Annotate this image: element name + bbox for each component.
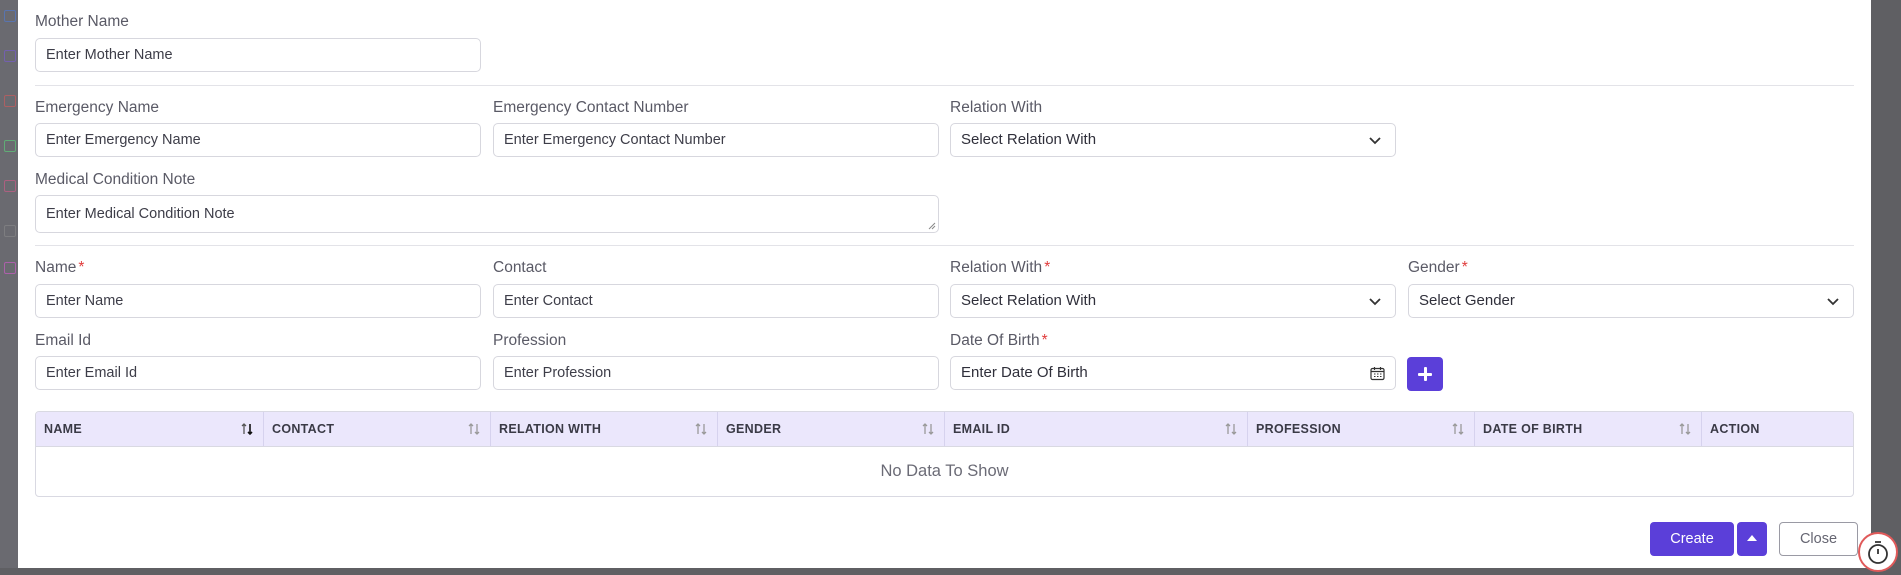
column-header-label: DATE OF BIRTH bbox=[1483, 422, 1583, 436]
sidebar-icon bbox=[4, 10, 16, 22]
chevron-down-icon bbox=[1827, 298, 1839, 306]
email-label: Email Id bbox=[35, 332, 91, 349]
dob-label-text: Date Of Birth bbox=[950, 332, 1040, 349]
add-family-member-button[interactable] bbox=[1407, 357, 1443, 391]
column-header-name[interactable]: NAME bbox=[36, 412, 264, 446]
sort-icon[interactable] bbox=[694, 422, 708, 436]
name-input[interactable]: Enter Name bbox=[35, 284, 481, 318]
timer-icon[interactable] bbox=[1858, 532, 1898, 572]
chevron-down-icon bbox=[1369, 298, 1381, 306]
gender-value: Select Gender bbox=[1419, 292, 1515, 309]
modal-body: Mother Name Enter Mother Name Emergency … bbox=[18, 0, 1871, 568]
dob-placeholder: Enter Date Of Birth bbox=[961, 364, 1088, 381]
required-asterisk: * bbox=[78, 259, 85, 276]
email-input[interactable]: Enter Email Id bbox=[35, 356, 481, 390]
background-sidebar bbox=[0, 0, 18, 568]
required-asterisk: * bbox=[1041, 332, 1048, 349]
column-header-label: EMAIL ID bbox=[953, 422, 1011, 436]
resize-grip-icon bbox=[928, 222, 936, 230]
sidebar-icon bbox=[4, 95, 16, 107]
column-header-contact[interactable]: CONTACT bbox=[264, 412, 491, 446]
name-label-text: Name bbox=[35, 259, 77, 276]
name-label: Name * bbox=[35, 259, 84, 277]
column-header-dob[interactable]: DATE OF BIRTH bbox=[1475, 412, 1702, 446]
emergency-contact-input[interactable]: Enter Emergency Contact Number bbox=[493, 123, 939, 157]
emergency-relation-value: Select Relation With bbox=[961, 131, 1097, 148]
contact-input[interactable]: Enter Contact bbox=[493, 284, 939, 318]
gender-select[interactable]: Select Gender bbox=[1408, 284, 1854, 318]
dob-label: Date Of Birth * bbox=[950, 332, 1048, 350]
create-button[interactable]: Create bbox=[1650, 522, 1734, 556]
sidebar-icon bbox=[4, 140, 16, 152]
column-header-profession[interactable]: PROFESSION bbox=[1248, 412, 1475, 446]
contact-label: Contact bbox=[493, 259, 547, 276]
column-header-label: PROFESSION bbox=[1256, 422, 1341, 436]
mother-name-input[interactable]: Enter Mother Name bbox=[35, 38, 481, 72]
sidebar-icon bbox=[4, 262, 16, 274]
column-header-label: CONTACT bbox=[272, 422, 335, 436]
relation-label-text: Relation With bbox=[950, 259, 1043, 276]
required-asterisk: * bbox=[1461, 259, 1468, 276]
column-header-gender[interactable]: GENDER bbox=[718, 412, 945, 446]
sort-icon[interactable] bbox=[240, 422, 254, 436]
mother-name-label: Mother Name bbox=[35, 13, 129, 30]
sidebar-icon bbox=[4, 180, 16, 192]
column-header-label: GENDER bbox=[726, 422, 782, 436]
medical-note-label: Medical Condition Note bbox=[35, 171, 196, 188]
column-header-relation[interactable]: RELATION WITH bbox=[491, 412, 718, 446]
background-overlay-right bbox=[1871, 0, 1901, 568]
family-table: NAME CONTACT RELATION WITH GENDER EMAIL … bbox=[35, 411, 1854, 497]
sort-icon[interactable] bbox=[1678, 422, 1692, 436]
column-header-label: ACTION bbox=[1710, 422, 1760, 436]
sidebar-icon bbox=[4, 225, 16, 237]
sort-icon[interactable] bbox=[1451, 422, 1465, 436]
gender-label-text: Gender bbox=[1408, 259, 1460, 276]
sort-icon[interactable] bbox=[467, 422, 481, 436]
gender-label: Gender * bbox=[1408, 259, 1468, 277]
column-header-action: ACTION bbox=[1702, 412, 1853, 446]
sidebar-icon bbox=[4, 50, 16, 62]
medical-note-placeholder: Enter Medical Condition Note bbox=[46, 206, 235, 222]
table-header: NAME CONTACT RELATION WITH GENDER EMAIL … bbox=[36, 412, 1853, 447]
section-divider bbox=[35, 85, 1854, 86]
calendar-icon[interactable] bbox=[1370, 366, 1385, 381]
profession-input[interactable]: Enter Profession bbox=[493, 356, 939, 390]
timer-icon-glyph bbox=[1868, 541, 1888, 564]
close-button[interactable]: Close bbox=[1779, 522, 1858, 556]
dob-input[interactable]: Enter Date Of Birth bbox=[950, 356, 1396, 390]
relation-label: Relation With * bbox=[950, 259, 1050, 277]
medical-note-textarea[interactable]: Enter Medical Condition Note bbox=[35, 195, 939, 233]
caret-up-icon bbox=[1747, 535, 1757, 541]
profession-label: Profession bbox=[493, 332, 567, 349]
emergency-relation-label: Relation With bbox=[950, 99, 1043, 116]
relation-select[interactable]: Select Relation With bbox=[950, 284, 1396, 318]
column-header-email[interactable]: EMAIL ID bbox=[945, 412, 1248, 446]
section-divider bbox=[35, 245, 1854, 246]
column-header-label: RELATION WITH bbox=[499, 422, 602, 436]
chevron-down-icon bbox=[1369, 137, 1381, 145]
table-empty-message: No Data To Show bbox=[880, 462, 1009, 480]
create-options-button[interactable] bbox=[1737, 522, 1767, 556]
emergency-contact-label: Emergency Contact Number bbox=[493, 99, 689, 116]
emergency-name-input[interactable]: Enter Emergency Name bbox=[35, 123, 481, 157]
sort-icon[interactable] bbox=[921, 422, 935, 436]
sort-icon[interactable] bbox=[1224, 422, 1238, 436]
required-asterisk: * bbox=[1044, 259, 1051, 276]
column-header-label: NAME bbox=[44, 422, 83, 436]
emergency-name-label: Emergency Name bbox=[35, 99, 160, 116]
emergency-relation-select[interactable]: Select Relation With bbox=[950, 123, 1396, 157]
relation-value: Select Relation With bbox=[961, 292, 1097, 309]
